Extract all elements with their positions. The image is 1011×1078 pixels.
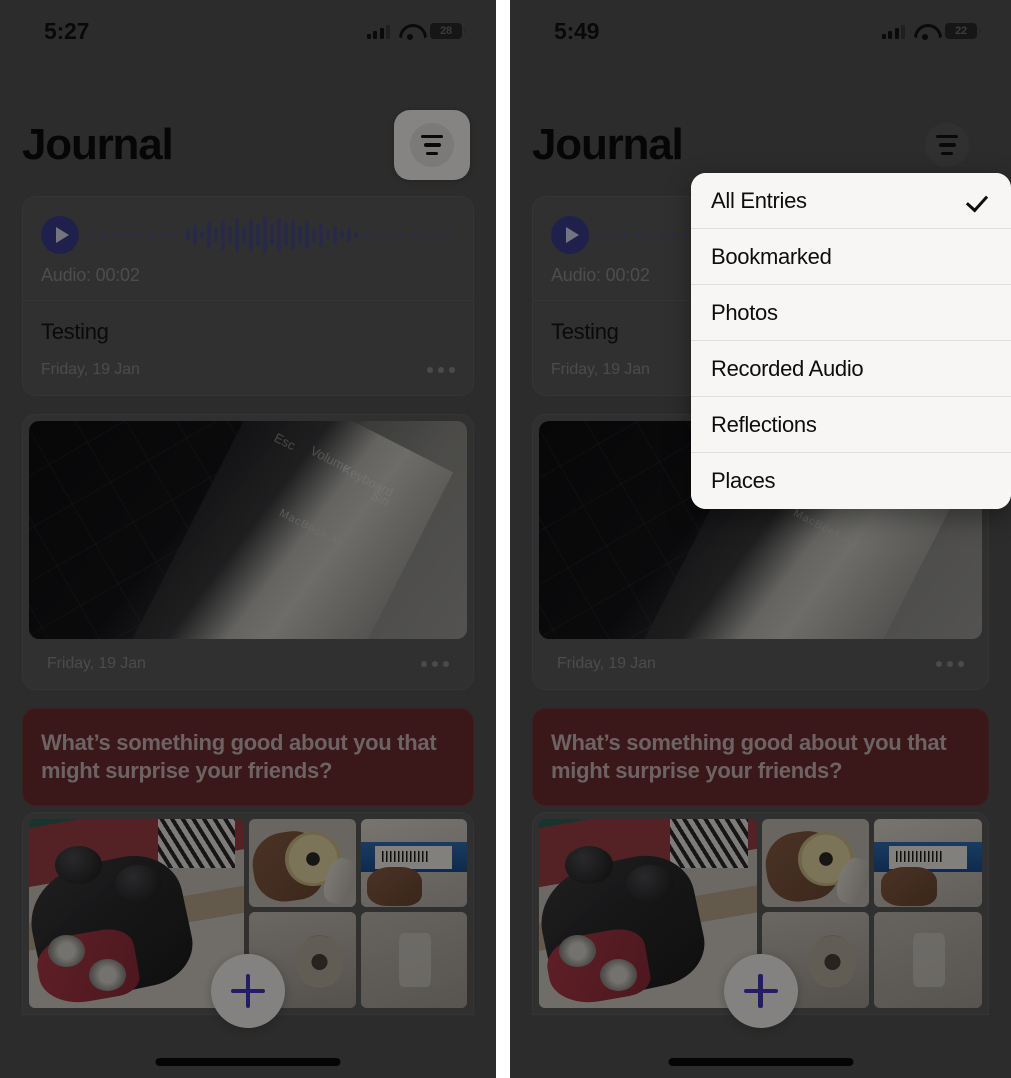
left-header: Journal (0, 108, 496, 182)
filter-menu-item-label: Recorded Audio (711, 355, 864, 381)
filter-menu-item-recorded-audio[interactable]: Recorded Audio (691, 341, 1011, 397)
grid-photo-box[interactable] (360, 819, 467, 908)
filter-dropdown-menu[interactable]: All Entries Bookmarked Photos Recorded Audi… (691, 173, 1011, 509)
entry-title: Testing (41, 319, 109, 344)
play-circle-icon[interactable] (551, 216, 589, 254)
add-entry-button[interactable] (723, 954, 798, 1028)
filter-menu-item-reflections[interactable]: Reflections (691, 397, 1011, 453)
battery-level: 28 (440, 25, 452, 37)
reflection-prompt-text: What’s something good about you that mig… (41, 730, 437, 784)
filter-menu-item-label: Photos (711, 299, 778, 325)
entry-footer: Friday, 19 Jan (29, 639, 467, 689)
reflection-prompt-card[interactable]: What’s something good about you that mig… (532, 708, 989, 807)
grid-photo-blur[interactable] (874, 912, 982, 1009)
waveform-dash-left (599, 234, 695, 236)
entry-date: Friday, 19 Jan (557, 655, 656, 672)
audio-duration-label: Audio: 00:02 (41, 265, 140, 285)
grid-photo-tape[interactable] (761, 819, 870, 908)
reflection-prompt-text: What’s something good about you that mig… (551, 730, 947, 784)
right-header: Journal (510, 108, 1011, 182)
filter-button[interactable] (394, 110, 470, 180)
wifi-icon (914, 23, 936, 40)
left-entry-feed[interactable]: Audio: 00:02 Testing Friday, 19 Jan MacB… (0, 196, 496, 1078)
filter-lines-icon[interactable] (410, 123, 454, 167)
right-status-bar: 5:49 22 (510, 0, 1011, 62)
wifi-icon (399, 23, 421, 40)
page-title: Journal (532, 120, 684, 169)
filter-menu-item-all-entries[interactable]: All Entries (691, 173, 1011, 229)
filter-lines-icon[interactable] (925, 123, 969, 167)
page-title: Journal (22, 120, 174, 169)
status-time: 5:49 (554, 17, 600, 44)
home-indicator (155, 1058, 341, 1066)
ellipsis-icon[interactable] (421, 661, 449, 667)
filter-menu-item-label: Bookmarked (711, 243, 832, 269)
waveform-dash-left (89, 234, 182, 236)
status-icons-group: 28 (366, 23, 466, 40)
entry-date: Friday, 19 Jan (41, 361, 140, 378)
cellular-signal-icon (366, 24, 390, 39)
entry-date: Friday, 19 Jan (47, 655, 146, 672)
entry-footer: Friday, 19 Jan (23, 345, 473, 395)
filter-menu-item-label: All Entries (711, 187, 807, 213)
waveform-bars (182, 215, 362, 255)
grid-photo-tape[interactable] (249, 819, 356, 908)
screenshot-stage: 5:27 28 Journal Audio: 00:02 Testing Fri… (0, 0, 1011, 1078)
reflection-prompt-card[interactable]: What’s something good about you that mig… (22, 708, 474, 807)
ellipsis-icon[interactable] (427, 367, 455, 373)
play-circle-icon[interactable] (41, 216, 79, 254)
entry-date: Friday, 19 Jan (551, 361, 650, 378)
home-indicator (668, 1058, 853, 1066)
audio-waveform (89, 215, 455, 255)
entry-footer: Friday, 19 Jan (539, 639, 982, 689)
filter-menu-item-label: Places (711, 468, 776, 493)
audio-entry-card[interactable]: Audio: 00:02 Testing Friday, 19 Jan (22, 196, 474, 396)
filter-button[interactable] (909, 110, 985, 180)
cellular-signal-icon (881, 24, 905, 39)
filter-menu-item-label: Reflections (711, 411, 817, 437)
waveform-dash-right (362, 234, 455, 236)
filter-menu-item-places[interactable]: Places (691, 453, 1011, 509)
grid-photo-box[interactable] (874, 819, 982, 908)
keyboard-photo: MacBook Air Esc Volume Keyboard Siri (29, 421, 467, 639)
status-time: 5:27 (44, 17, 90, 44)
left-phone-panel: 5:27 28 Journal Audio: 00:02 Testing Fri… (0, 0, 496, 1078)
ellipsis-icon[interactable] (936, 661, 964, 667)
status-icons-group: 22 (881, 23, 981, 40)
left-status-bar: 5:27 28 (0, 0, 496, 62)
checkmark-icon (969, 190, 991, 212)
audio-player[interactable]: Audio: 00:02 (23, 197, 473, 301)
right-phone-panel: 5:49 22 Journal Audio: 00:02 Testing Fri… (510, 0, 1011, 1078)
filter-menu-item-photos[interactable]: Photos (691, 285, 1011, 341)
filter-menu-item-bookmarked[interactable]: Bookmarked (691, 229, 1011, 285)
battery-icon: 28 (430, 23, 466, 39)
battery-level: 22 (955, 25, 967, 37)
add-entry-button[interactable] (211, 954, 285, 1028)
audio-player-row (41, 215, 455, 255)
grid-photo-blur[interactable] (360, 912, 467, 1009)
battery-icon: 22 (945, 23, 981, 39)
photo-entry-card[interactable]: MacBook Air Esc Volume Keyboard Siri Fri… (22, 414, 474, 690)
